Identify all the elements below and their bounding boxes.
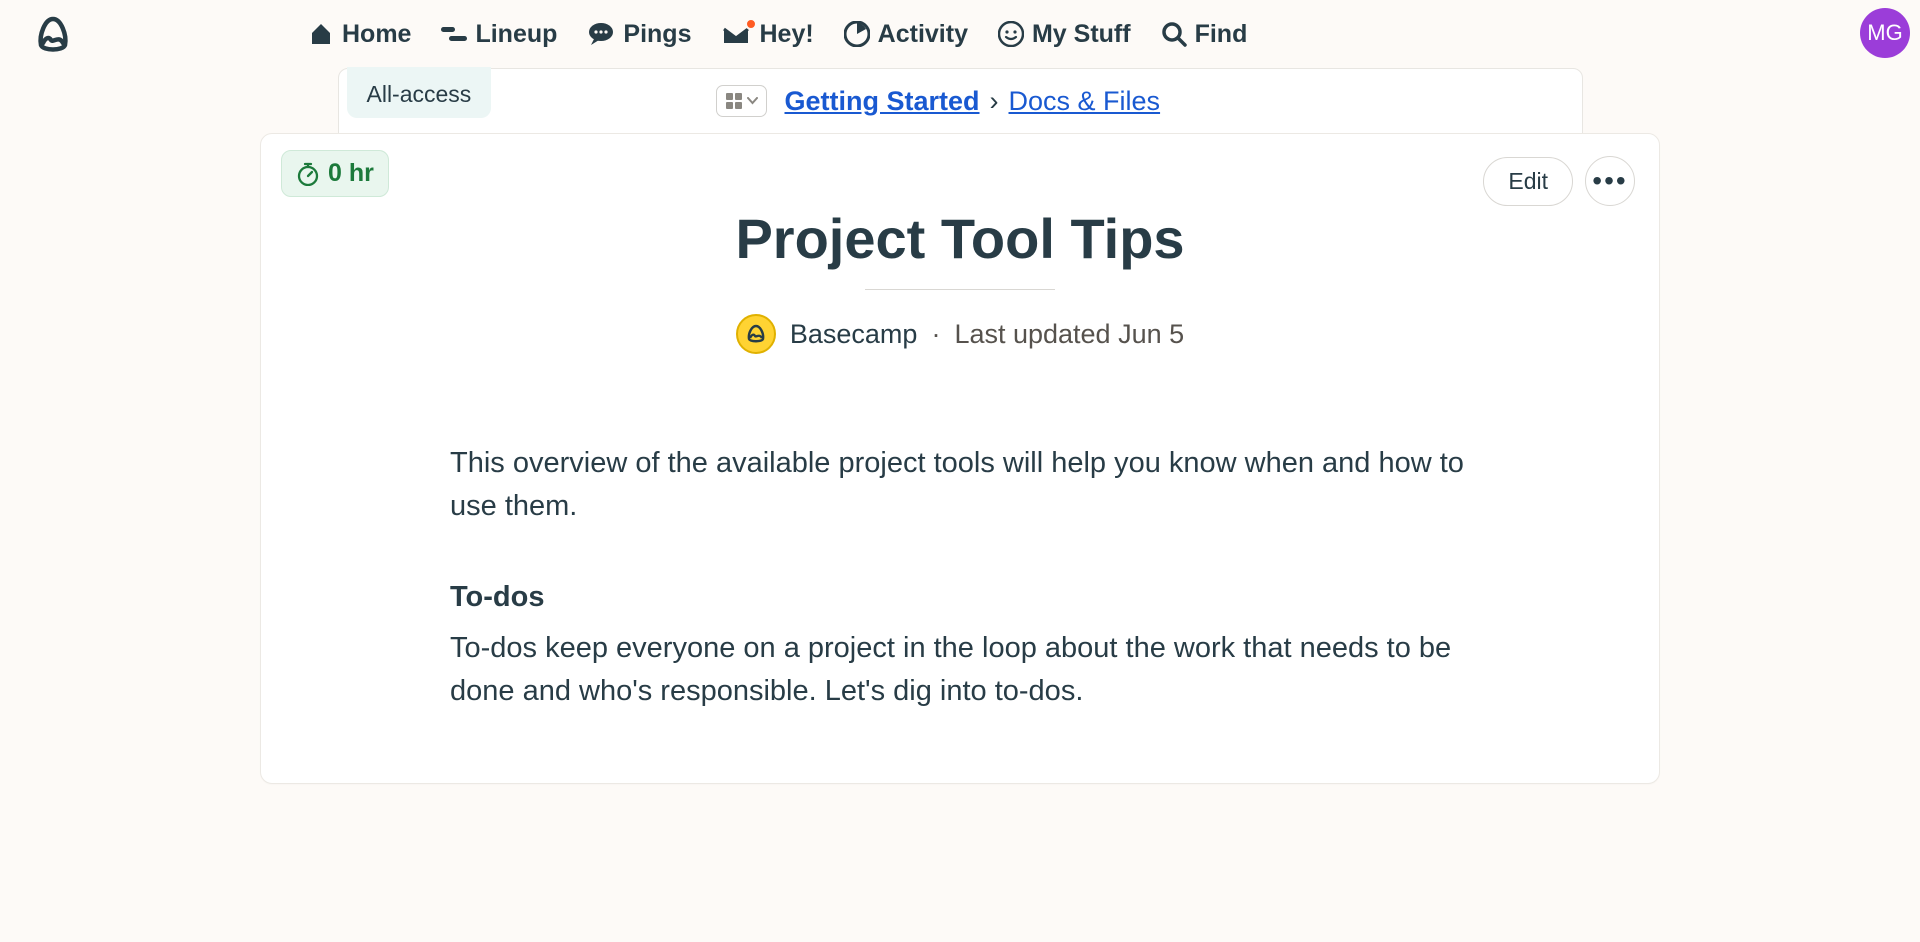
nav-label: Lineup bbox=[475, 20, 557, 49]
activity-icon bbox=[844, 21, 870, 47]
updated-label: Last updated Jun 5 bbox=[954, 319, 1184, 350]
title-divider bbox=[865, 289, 1055, 290]
chevron-down-icon bbox=[747, 97, 758, 105]
nav-label: Pings bbox=[623, 20, 691, 49]
user-avatar[interactable]: MG bbox=[1860, 8, 1910, 58]
nav-find[interactable]: Find bbox=[1161, 20, 1248, 49]
breadcrumb-section[interactable]: Docs & Files bbox=[1009, 86, 1161, 117]
search-icon bbox=[1161, 21, 1187, 47]
nav-label: Home bbox=[342, 20, 411, 49]
breadcrumb-project[interactable]: Getting Started bbox=[785, 86, 980, 117]
edit-button[interactable]: Edit bbox=[1483, 157, 1573, 206]
section-paragraph: To-dos keep everyone on a project in the… bbox=[450, 627, 1470, 713]
document-byline: Basecamp · Last updated Jun 5 bbox=[261, 314, 1659, 354]
notification-dot bbox=[745, 18, 757, 30]
pings-icon bbox=[587, 22, 615, 46]
nav-label: My Stuff bbox=[1032, 20, 1131, 49]
breadcrumb-bar: All-access Getting Started › Docs & File… bbox=[338, 68, 1583, 134]
lineup-icon bbox=[441, 24, 467, 44]
breadcrumb: Getting Started › Docs & Files bbox=[785, 86, 1161, 117]
brand-logo[interactable] bbox=[28, 9, 78, 59]
nav-home[interactable]: Home bbox=[308, 20, 411, 49]
breadcrumb-separator: › bbox=[990, 86, 999, 117]
document-card: 0 hr Edit ••• Project Tool Tips Basecamp… bbox=[260, 133, 1660, 784]
nav-items: Home Lineup Pings Hey! Activity bbox=[308, 20, 1247, 49]
section-heading: To-dos bbox=[450, 576, 1470, 619]
author-avatar[interactable] bbox=[736, 314, 776, 354]
timer-label: 0 hr bbox=[328, 159, 374, 188]
top-nav: Home Lineup Pings Hey! Activity bbox=[0, 0, 1920, 68]
nav-label: Activity bbox=[878, 20, 968, 49]
timer-badge[interactable]: 0 hr bbox=[281, 150, 389, 197]
nav-hey[interactable]: Hey! bbox=[721, 20, 813, 49]
byline-dot: · bbox=[931, 319, 940, 350]
stopwatch-icon bbox=[296, 162, 320, 186]
nav-label: Find bbox=[1195, 20, 1248, 49]
document-title: Project Tool Tips bbox=[261, 206, 1659, 271]
nav-activity[interactable]: Activity bbox=[844, 20, 968, 49]
home-icon bbox=[308, 22, 334, 46]
all-access-badge[interactable]: All-access bbox=[347, 67, 492, 118]
grid-icon bbox=[725, 92, 743, 110]
ellipsis-icon: ••• bbox=[1592, 165, 1627, 197]
basecamp-logo-icon bbox=[744, 323, 768, 345]
intro-paragraph: This overview of the available project t… bbox=[450, 442, 1470, 528]
hey-icon bbox=[721, 22, 751, 46]
my-stuff-icon bbox=[998, 21, 1024, 47]
nav-my-stuff[interactable]: My Stuff bbox=[998, 20, 1131, 49]
view-toggle[interactable] bbox=[716, 85, 767, 117]
nav-label: Hey! bbox=[759, 20, 813, 49]
nav-lineup[interactable]: Lineup bbox=[441, 20, 557, 49]
nav-pings[interactable]: Pings bbox=[587, 20, 691, 49]
avatar-initials: MG bbox=[1867, 20, 1902, 46]
document-body: This overview of the available project t… bbox=[450, 442, 1470, 713]
more-button[interactable]: ••• bbox=[1585, 156, 1635, 206]
author-name: Basecamp bbox=[790, 319, 918, 350]
card-actions: Edit ••• bbox=[1483, 156, 1635, 206]
